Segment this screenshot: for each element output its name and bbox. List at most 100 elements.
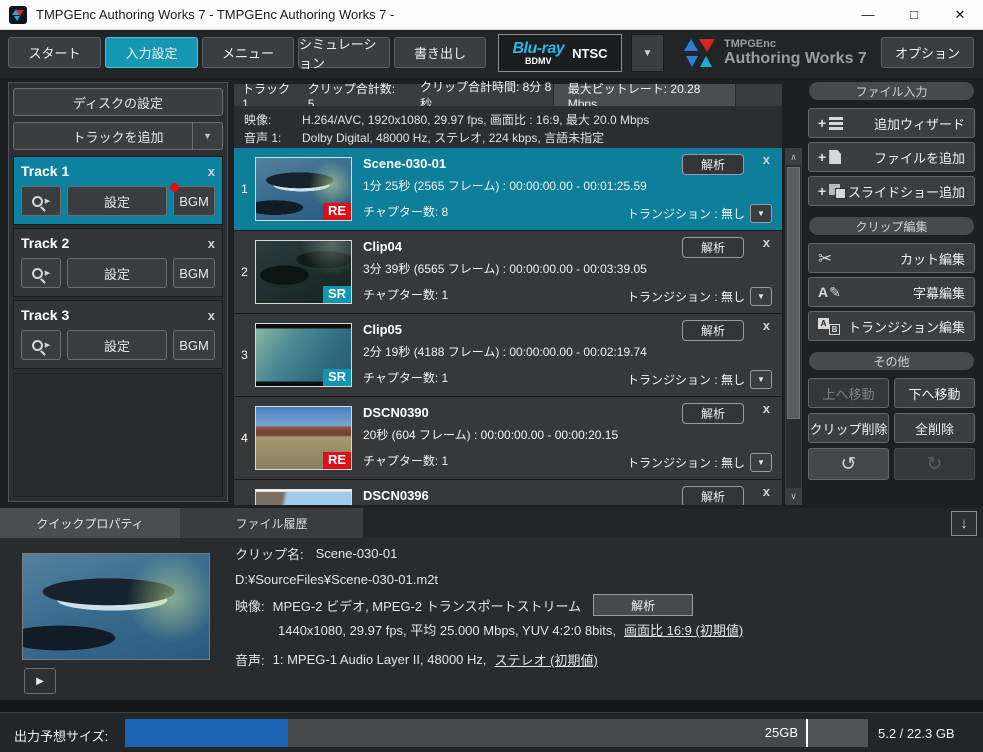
maximize-button[interactable]: □ [891,0,937,29]
close-icon[interactable]: x [208,165,215,178]
tab-start[interactable]: スタート [8,37,101,68]
clip-transition: トランジション : 無し [627,371,745,388]
cut-edit-button[interactable]: ✂ カット編集 [808,243,975,273]
disc-settings-button[interactable]: ディスクの設定 [13,88,223,116]
close-icon[interactable]: x [208,237,215,250]
analyze-button[interactable]: 解析 [682,237,744,258]
track-card-2[interactable]: Track 2 x ▶ 設定 BGM [13,228,223,297]
tab-quick-properties[interactable]: クイックプロパティ [0,508,180,538]
track-preview-button[interactable]: ▶ [21,186,61,216]
clip-row-2[interactable]: 2 SR Clip04 解析 x 3分 39秒 (6565 フレーム) : 00… [234,231,782,314]
close-icon[interactable]: x [763,401,770,416]
status-bar: 出力予想サイズ: 25GB 5.2 / 22.3 GB [0,712,983,752]
video-format-value: MPEG-2 ビデオ, MPEG-2 トランスポートストリーム [273,596,581,615]
clip-area: トラック 1 クリップ合計数: 5 クリップ合計時間: 8分 8秒 最大ビットレ… [234,82,782,505]
collapse-panel-button[interactable]: ↓ [951,511,977,536]
clip-index: 4 [234,431,255,445]
move-down-button[interactable]: 下へ移動 [894,378,975,408]
track-bgm-button[interactable]: BGM [173,186,215,216]
clip-name: Scene-030-01 [363,156,446,171]
redo-button[interactable]: ↻ [894,448,975,480]
brand-line1: TMPGEnc [724,38,867,50]
clip-chapters: チャプター数: 1 [363,369,448,386]
track-list-empty-area [13,373,223,497]
play-button[interactable]: ▶ [24,668,56,694]
tab-simulation[interactable]: シミュレーション [298,37,390,68]
clip-row-4[interactable]: 4 RE DSCN0390 解析 x 20秒 (604 フレーム) : 00:0… [234,397,782,480]
clip-row-1[interactable]: 1 RE Scene-030-01 解析 x 1分 25秒 (2565 フレーム… [234,148,782,231]
tab-menu[interactable]: メニュー [202,37,294,68]
add-file-button[interactable]: + ファイルを追加 [808,142,975,172]
clip-row-3[interactable]: 3 SR Clip05 解析 x 2分 19秒 (4188 フレーム) : 00… [234,314,782,397]
track-card-3[interactable]: Track 3 x ▶ 設定 BGM [13,300,223,369]
tab-input-settings[interactable]: 入力設定 [105,37,198,68]
tab-file-history[interactable]: ファイル履歴 [180,508,363,538]
track-sidebar: ディスクの設定 トラックを追加 ▼ Track 1 x ▶ 設定 BGM Tra… [8,82,228,502]
track-settings-button[interactable]: 設定 [67,330,167,360]
minimize-button[interactable]: — [845,0,891,29]
add-slideshow-button[interactable]: + スライドショー追加 [808,176,975,206]
track-preview-button[interactable]: ▶ [21,258,61,288]
options-button[interactable]: オプション [881,37,974,68]
move-up-button[interactable]: 上へ移動 [808,378,889,408]
tab-export[interactable]: 書き出し [394,37,486,68]
transition-edit-button[interactable]: AB トランジション編集 [808,311,975,341]
audio-channel-link[interactable]: ステレオ (初期値) [495,650,598,669]
slideshow-icon [829,184,846,199]
clip-status-badge: RE [323,452,351,469]
scrollbar-thumb[interactable] [787,167,800,419]
clip-row-5[interactable]: DSCN0396 解析 x [234,480,782,505]
close-icon[interactable]: x [763,484,770,499]
track-settings-button[interactable]: 設定 [67,258,167,288]
clip-chapters: チャプター数: 1 [363,286,448,303]
clip-status-badge: SR [323,369,351,386]
clip-list: 1 RE Scene-030-01 解析 x 1分 25秒 (2565 フレーム… [234,148,782,505]
close-button[interactable]: ✕ [937,0,983,29]
undo-button[interactable]: ↺ [808,448,889,480]
subtitle-edit-button[interactable]: A✎ 字幕編集 [808,277,975,307]
clip-name: Clip05 [363,322,402,337]
format-dropdown-button[interactable]: ▼ [631,34,664,72]
track-bgm-button[interactable]: BGM [173,258,215,288]
scroll-up-icon[interactable]: ∧ [786,149,801,165]
close-icon[interactable]: x [208,309,215,322]
track-bgm-button[interactable]: BGM [173,330,215,360]
close-icon[interactable]: x [763,152,770,167]
track-preview-button[interactable]: ▶ [21,330,61,360]
track-name: Track 1 [21,163,69,179]
track-summary-bar: トラック 1 クリップ合計数: 5 クリップ合計時間: 8分 8秒 最大ビットレ… [234,84,782,106]
add-wizard-button[interactable]: + 追加ウィザード [808,108,975,138]
clip-name: Clip04 [363,239,402,254]
add-track-button[interactable]: トラックを追加 ▼ [13,122,223,150]
clip-index: 1 [234,182,255,196]
aspect-ratio-link[interactable]: 画面比 16:9 (初期値) [624,620,743,639]
analyze-button[interactable]: 解析 [682,320,744,341]
magnifier-icon [32,340,43,351]
subtitle-icon: A✎ [818,284,841,301]
scroll-down-icon[interactable]: ∨ [786,488,801,504]
output-size-bar: 25GB [125,719,868,747]
analyze-button[interactable]: 解析 [593,594,693,616]
transition-dropdown[interactable]: ▼ [750,204,772,223]
transition-dropdown[interactable]: ▼ [750,453,772,472]
clip-transition: トランジション : 無し [627,454,745,471]
track-card-1[interactable]: Track 1 x ▶ 設定 BGM [13,156,223,225]
add-track-dropdown[interactable]: ▼ [192,123,222,149]
close-icon[interactable]: x [763,235,770,250]
bluray-logo: Blu-ray BDMV [512,41,564,66]
track-settings-button[interactable]: 設定 [67,186,167,216]
output-format-badge[interactable]: Blu-ray BDMV NTSC [498,34,622,72]
transition-dropdown[interactable]: ▼ [750,287,772,306]
output-size-fill [125,719,288,747]
clip-index: 3 [234,348,255,362]
delete-all-button[interactable]: 全削除 [894,413,975,443]
clip-list-scrollbar[interactable]: ∧ ∨ [785,148,802,505]
bgm-active-indicator [170,183,179,192]
analyze-button[interactable]: 解析 [682,154,744,175]
close-icon[interactable]: x [763,318,770,333]
transition-dropdown[interactable]: ▼ [750,370,772,389]
clip-name-label: クリップ名: [235,544,304,563]
analyze-button[interactable]: 解析 [682,403,744,424]
analyze-button[interactable]: 解析 [682,486,744,505]
delete-clip-button[interactable]: クリップ削除 [808,413,889,443]
